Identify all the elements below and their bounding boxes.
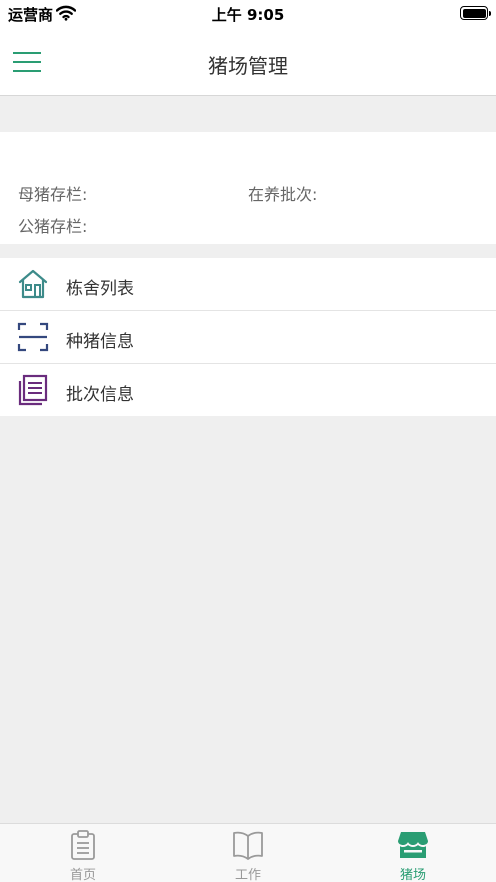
tab-label: 猪场 xyxy=(399,868,426,882)
farm-stats-card: 母猪存栏: 在养批次: 公猪存栏: xyxy=(0,132,496,244)
menu-item-batch-info[interactable]: 批次信息 xyxy=(0,364,496,416)
tab-work[interactable]: 工作 xyxy=(165,824,331,882)
status-time: 上午 9:05 xyxy=(211,6,285,24)
tab-label: 首页 xyxy=(69,868,96,882)
store-icon xyxy=(397,830,429,860)
menu-item-label: 种猪信息 xyxy=(66,332,134,352)
house-icon xyxy=(17,268,49,300)
menu-item-barn-list[interactable]: 栋舍列表 xyxy=(0,258,496,311)
status-bar: 运营商 上午 9:05 xyxy=(0,0,496,28)
tab-label: 工作 xyxy=(234,868,261,882)
scan-frame-icon xyxy=(17,321,49,353)
navigation-bar: 猪场管理 xyxy=(0,28,496,96)
batch-count-label: 在养批次: xyxy=(248,185,318,204)
menu-item-label: 栋舍列表 xyxy=(66,279,134,299)
battery-icon xyxy=(460,6,491,20)
tab-farm[interactable]: 猪场 xyxy=(330,824,496,882)
sow-inventory-label: 母猪存栏: xyxy=(18,185,88,204)
menu-item-label: 批次信息 xyxy=(66,385,134,405)
clipboard-icon xyxy=(67,830,99,860)
menu-list: 栋舍列表 种猪信息 批次信息 xyxy=(0,258,496,416)
document-stack-icon xyxy=(17,374,49,406)
tab-home[interactable]: 首页 xyxy=(0,824,166,882)
page-title: 猪场管理 xyxy=(208,54,288,78)
book-icon xyxy=(232,830,264,860)
tab-bar: 首页 工作 猪场 xyxy=(0,823,496,882)
boar-inventory-label: 公猪存栏: xyxy=(18,217,88,236)
menu-item-breeding-pig-info[interactable]: 种猪信息 xyxy=(0,311,496,364)
